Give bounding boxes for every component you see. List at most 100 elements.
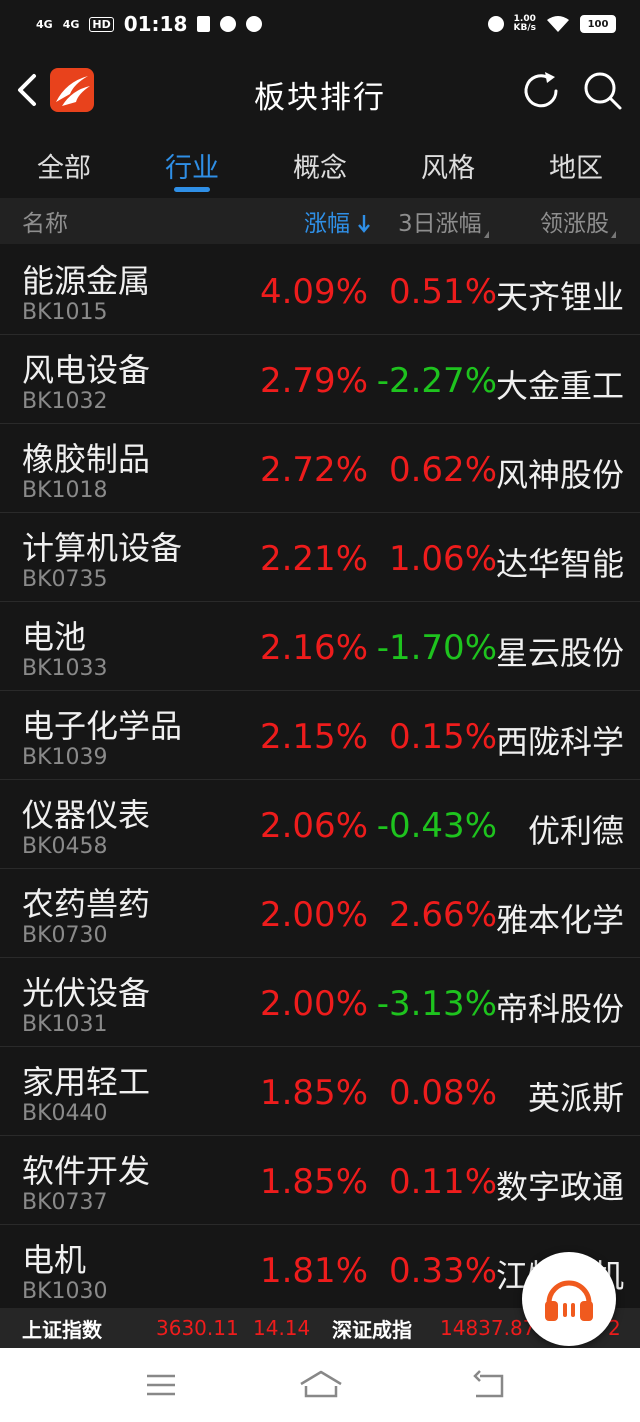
table-row[interactable]: 电子化学品 BK1039 2.15% 0.15% 西陇科学: [0, 691, 640, 780]
signal-icon: 4G: [36, 17, 53, 31]
sector-change: 1.85%: [259, 1073, 368, 1113]
speed-unit: KB/s: [513, 23, 536, 33]
sort-triangle-icon: [611, 231, 616, 238]
tab-all[interactable]: 全部: [0, 134, 128, 198]
leading-stock: 雅本化学: [495, 901, 624, 939]
leading-stock: 大金重工: [495, 367, 624, 405]
table-row[interactable]: 软件开发 BK0737 1.85% 0.11% 数字政通: [0, 1136, 640, 1225]
table-row[interactable]: 家用轻工 BK0440 1.85% 0.08% 英派斯: [0, 1047, 640, 1136]
sector-change: 2.21%: [259, 539, 368, 579]
home-icon: [300, 1370, 342, 1398]
category-tabs: 全部 行业 概念 风格 地区: [0, 134, 640, 198]
headphones-icon: [545, 1280, 593, 1321]
column-name: 名称: [22, 211, 68, 237]
sz-index-value: 14837.87: [440, 1316, 536, 1340]
sector-change: 2.00%: [259, 984, 368, 1024]
app-notification-icon: [220, 16, 237, 32]
search-icon: [584, 72, 622, 110]
sh-index-change: 14.14: [253, 1316, 311, 1340]
sector-name: 计算机设备: [22, 529, 183, 567]
sector-code: BK1039: [22, 745, 108, 770]
back-nav-button[interactable]: [468, 1368, 508, 1402]
battery-icon: 100: [580, 15, 616, 33]
refresh-button[interactable]: [518, 68, 564, 114]
tab-industry[interactable]: 行业: [128, 134, 256, 198]
sector-change: 1.81%: [259, 1251, 368, 1291]
table-row[interactable]: 电池 BK1033 2.16% -1.70% 星云股份: [0, 602, 640, 691]
status-bar: 4G 4G HD 01:18 1.00 KB/s 100: [0, 0, 640, 48]
column-leader-label: 领涨股: [540, 211, 609, 237]
sector-3d-change: 0.33%: [388, 1251, 497, 1291]
clock-time: 01:18: [123, 12, 188, 36]
status-left: 4G 4G HD 01:18: [36, 12, 263, 36]
sort-triangle-icon: [483, 231, 489, 238]
leading-stock: 达华智能: [495, 545, 624, 583]
sector-code: BK0737: [22, 1190, 108, 1215]
back-nav-icon: [473, 1370, 504, 1398]
sector-code: BK1031: [22, 1012, 108, 1037]
table-row[interactable]: 能源金属 BK1015 4.09% 0.51% 天齐锂业: [0, 246, 640, 335]
leading-stock: 优利德: [527, 812, 624, 850]
sh-index-name: 上证指数: [22, 1317, 102, 1342]
tab-region[interactable]: 地区: [512, 134, 640, 198]
sector-3d-change: 0.51%: [388, 272, 497, 312]
sector-code: BK1015: [22, 300, 108, 325]
sh-index-value: 3630.11: [156, 1316, 239, 1340]
app-notification-icon-2: [246, 16, 263, 32]
table-row[interactable]: 农药兽药 BK0730 2.00% 2.66% 雅本化学: [0, 869, 640, 958]
screen: 4G 4G HD 01:18 1.00 KB/s 100 板块排行 全部 行业 …: [0, 0, 640, 1422]
sort-down-arrow-icon: [358, 215, 371, 233]
sector-code: BK0735: [22, 567, 108, 592]
network-speed: 1.00 KB/s: [514, 15, 536, 33]
search-button[interactable]: [580, 68, 626, 114]
sector-change: 2.79%: [259, 361, 368, 401]
sector-change: 2.72%: [259, 450, 368, 490]
wifi-icon: [547, 16, 569, 32]
leading-stock: 英派斯: [527, 1079, 624, 1117]
sector-change: 1.85%: [259, 1162, 368, 1202]
leading-stock: 星云股份: [495, 634, 624, 672]
column-leader-sort[interactable]: 领涨股: [540, 204, 616, 238]
column-3d-change-label: 3日涨幅: [398, 211, 482, 237]
sector-change: 2.00%: [259, 895, 368, 935]
tab-concept[interactable]: 概念: [256, 134, 384, 198]
table-row[interactable]: 橡胶制品 BK1018 2.72% 0.62% 风神股份: [0, 424, 640, 513]
table-row[interactable]: 光伏设备 BK1031 2.00% -3.13% 帝科股份: [0, 958, 640, 1047]
sector-name: 电池: [22, 618, 87, 656]
leading-stock: 风神股份: [495, 456, 624, 494]
sector-name: 家用轻工: [22, 1063, 151, 1101]
customer-service-button[interactable]: [522, 1252, 616, 1346]
sector-name: 农药兽药: [22, 885, 151, 923]
sector-code: BK1030: [22, 1279, 108, 1304]
sector-3d-change: 1.06%: [388, 539, 497, 579]
signal-icon-2: 4G: [62, 17, 80, 31]
sector-code: BK1018: [22, 478, 108, 503]
column-change-sort[interactable]: 涨幅: [304, 204, 371, 238]
sector-3d-change: -0.43%: [376, 806, 497, 846]
sector-3d-change: 0.11%: [388, 1162, 497, 1202]
sector-change: 4.09%: [259, 272, 368, 312]
table-row[interactable]: 仪器仪表 BK0458 2.06% -0.43% 优利德: [0, 780, 640, 869]
sector-code: BK1032: [22, 389, 108, 414]
sector-3d-change: -2.27%: [376, 361, 497, 401]
menu-button[interactable]: [141, 1368, 181, 1402]
sector-name: 仪器仪表: [22, 796, 151, 834]
system-nav-bar: [0, 1348, 640, 1422]
notification-icon: [197, 16, 211, 32]
sector-3d-change: 0.15%: [388, 717, 497, 757]
table-row[interactable]: 计算机设备 BK0735 2.21% 1.06% 达华智能: [0, 513, 640, 602]
sector-name: 电子化学品: [22, 707, 183, 745]
status-right: 1.00 KB/s 100: [487, 15, 616, 33]
column-3d-change-sort[interactable]: 3日涨幅: [398, 204, 489, 238]
sector-name: 风电设备: [22, 351, 151, 389]
sector-3d-change: -3.13%: [376, 984, 497, 1024]
table-row[interactable]: 风电设备 BK1032 2.79% -2.27% 大金重工: [0, 335, 640, 424]
leading-stock: 西陇科学: [495, 723, 624, 761]
sector-3d-change: 0.08%: [388, 1073, 497, 1113]
sector-change: 2.16%: [259, 628, 368, 668]
column-header: 名称 涨幅 3日涨幅 领涨股: [0, 198, 640, 244]
sector-name: 光伏设备: [22, 974, 151, 1012]
column-change-label: 涨幅: [304, 211, 350, 237]
tab-style[interactable]: 风格: [384, 134, 512, 198]
home-button[interactable]: [298, 1368, 344, 1402]
